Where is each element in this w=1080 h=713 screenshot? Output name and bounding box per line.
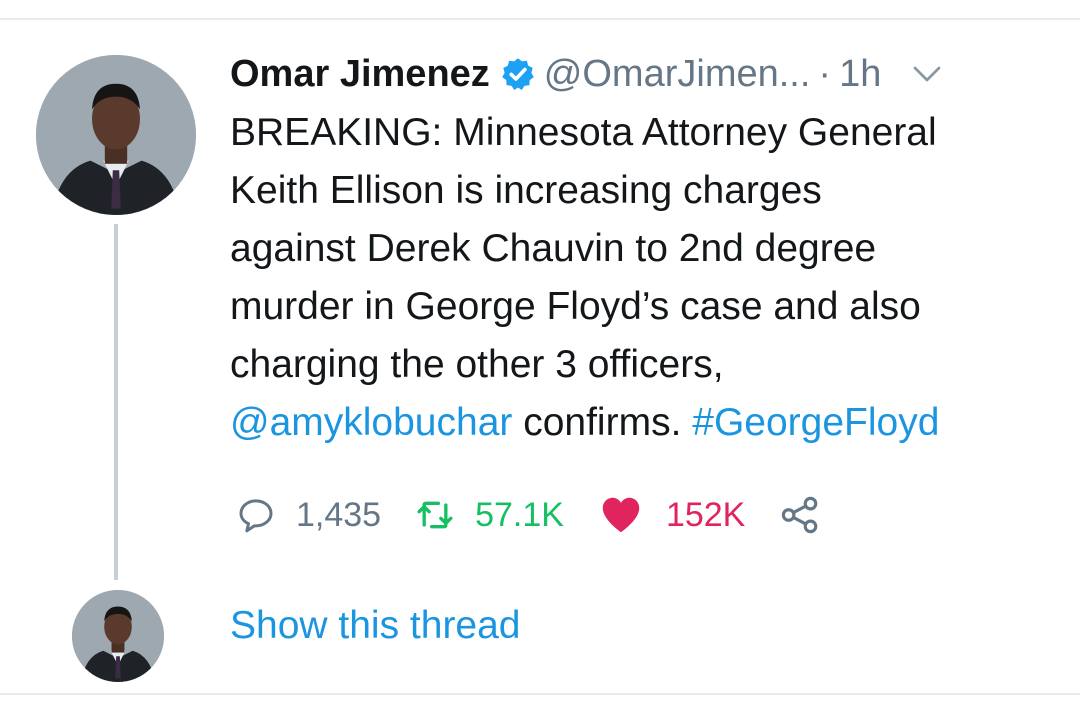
reply-count: 1,435 <box>296 495 382 534</box>
tweet-actions: 1,435 57.1K 152K <box>236 490 821 540</box>
verified-badge-icon <box>500 56 536 92</box>
retweet-button[interactable]: 57.1K <box>415 495 564 535</box>
author-name[interactable]: Omar Jimenez <box>230 53 490 96</box>
author-avatar[interactable] <box>36 55 196 215</box>
tweet-text-line: charging the other 3 officers, <box>230 343 724 386</box>
tweet-text-line: murder in George Floyd’s case and also <box>230 285 921 328</box>
heart-icon <box>598 492 644 538</box>
thread-line <box>114 224 118 580</box>
chevron-down-icon[interactable] <box>909 56 945 92</box>
top-divider <box>0 18 1080 20</box>
author-handle[interactable]: @OmarJimen... <box>544 53 811 96</box>
avatar-portrait <box>72 590 164 682</box>
tweet-text-fragment: confirms. <box>512 401 693 444</box>
thread-avatar[interactable] <box>72 590 164 682</box>
tweet-text: BREAKING: Minnesota Attorney General Kei… <box>230 104 1060 452</box>
avatar-portrait <box>36 55 196 215</box>
hashtag-link[interactable]: #GeorgeFloyd <box>692 401 939 444</box>
retweet-icon <box>415 495 455 535</box>
tweet-timestamp[interactable]: 1h <box>839 53 881 96</box>
share-icon[interactable] <box>779 494 821 536</box>
like-count: 152K <box>665 495 746 534</box>
tweet-text-line: against Derek Chauvin to 2nd degree <box>230 227 877 270</box>
mention-link[interactable]: @amyklobuchar <box>230 401 512 444</box>
reply-icon <box>236 495 276 535</box>
tweet-text-line: BREAKING: Minnesota Attorney General <box>230 111 937 154</box>
tweet-text-line: Keith Ellison is increasing charges <box>230 169 822 212</box>
meta-separator: · <box>818 52 832 95</box>
tweet-header: Omar Jimenez @OmarJimen... · 1h <box>230 46 1050 102</box>
tweet-text-last-line: @amyklobuchar confirms. #GeorgeFloyd <box>230 394 1060 452</box>
retweet-count: 57.1K <box>475 495 564 534</box>
like-button[interactable]: 152K <box>598 492 745 538</box>
show-thread-link[interactable]: Show this thread <box>230 604 521 648</box>
bottom-divider <box>0 693 1080 695</box>
reply-button[interactable]: 1,435 <box>236 495 381 535</box>
